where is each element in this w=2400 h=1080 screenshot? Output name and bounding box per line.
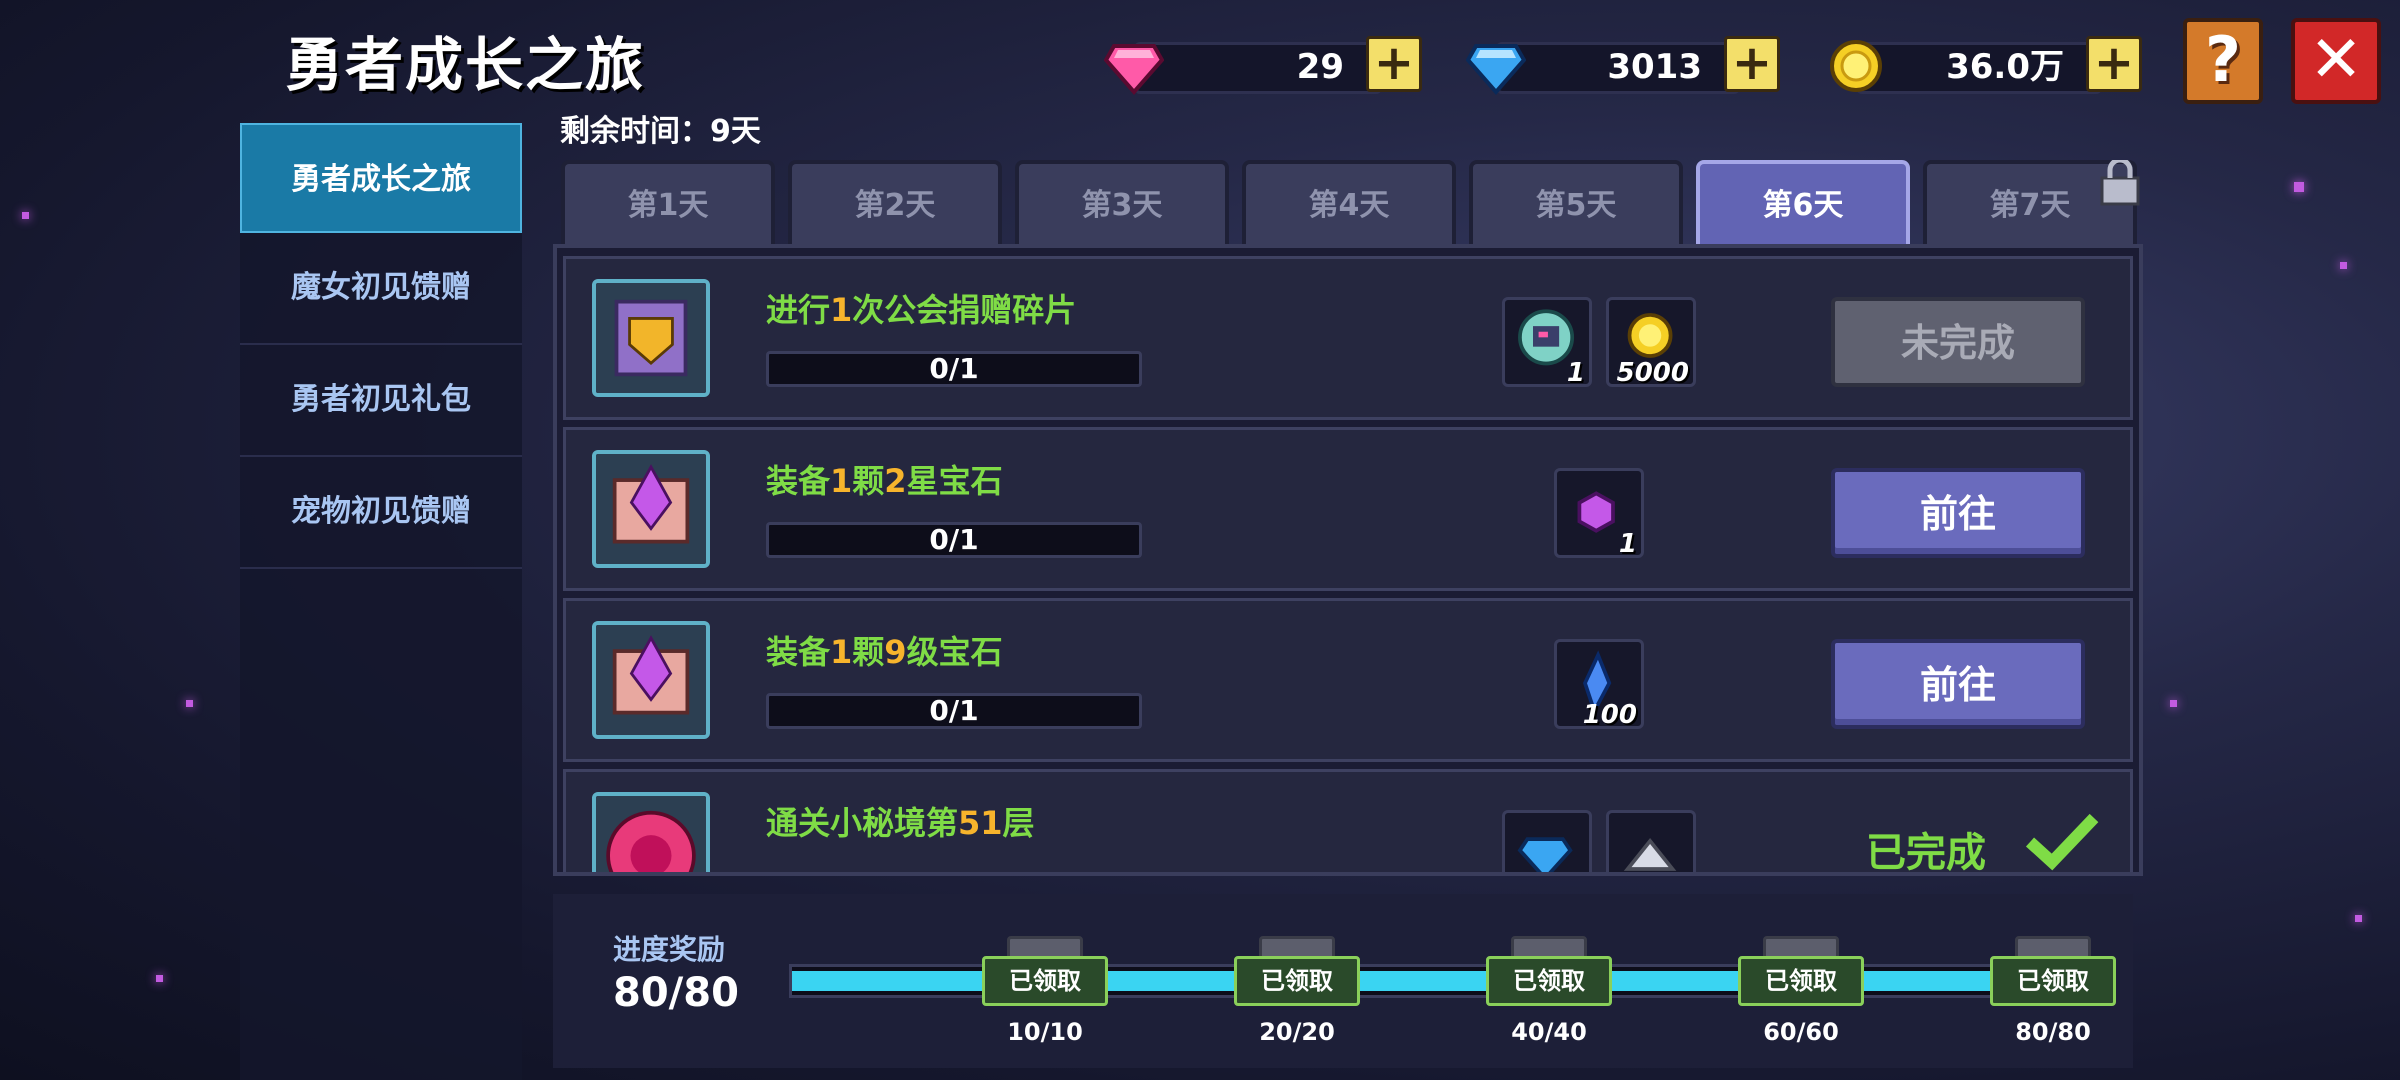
reward-count: 1 — [1566, 358, 1585, 388]
task-row: 通关小秘境第51层 已完成 — [563, 769, 2133, 876]
milestone-label: 20/20 — [1259, 1018, 1335, 1046]
sidebar-item-hero-growth[interactable]: 勇者成长之旅 — [240, 123, 522, 233]
claimed-button[interactable]: 已领取 — [1234, 956, 1360, 1006]
sidebar-item-witch-gift[interactable]: 魔女初见馈赠 — [240, 233, 522, 345]
secret-realm-icon — [592, 792, 710, 872]
task-name: 装备1颗2星宝石 — [766, 462, 1003, 500]
add-gold-button[interactable]: + — [2086, 36, 2142, 92]
completed-label: 已完成 — [1866, 830, 1986, 876]
tab-day-1[interactable]: 第1天 — [561, 160, 775, 246]
remaining-time: 剩余时间：9天 — [560, 114, 761, 149]
milestone-label: 80/80 — [2015, 1018, 2091, 1046]
help-button[interactable]: ? — [2183, 18, 2263, 104]
reward-count: 100 — [1582, 700, 1637, 730]
pink-gem-icon — [1104, 44, 1164, 96]
silver-ore-icon — [1623, 838, 1677, 871]
progress-reward-label: 进度奖励 — [613, 933, 726, 966]
reward-item[interactable]: 100 — [1554, 639, 1644, 730]
blue-diamond-icon — [1517, 837, 1573, 872]
star-decoration — [2170, 700, 2177, 707]
task-list: 进行1次公会捐赠碎片 0/1 1 5000 未完成 装备1颗2星宝石 0/1 1… — [553, 244, 2143, 876]
gold-coin-value: 36.0万 — [1946, 47, 2064, 87]
gold-coin-icon — [1830, 40, 1882, 92]
reward-item[interactable]: 1 — [1554, 468, 1644, 559]
incomplete-button[interactable]: 未完成 — [1831, 297, 2085, 387]
claimed-button[interactable]: 已领取 — [982, 956, 1108, 1006]
pink-gem-value: 29 — [1296, 47, 1344, 87]
task-name: 通关小秘境第51层 — [766, 804, 1035, 842]
pink-gem-counter: 29 + — [1104, 36, 1422, 96]
milestone-label: 40/40 — [1511, 1018, 1587, 1046]
milestone-label: 10/10 — [1007, 1018, 1083, 1046]
gem-socket-icon — [592, 450, 710, 568]
tab-day-4[interactable]: 第4天 — [1242, 160, 1456, 246]
task-progress: 0/1 — [766, 522, 1142, 558]
task-row: 装备1颗9级宝石 0/1 100 前往 — [563, 598, 2133, 762]
progress-total: 80/80 — [613, 970, 739, 1016]
add-pink-gem-button[interactable]: + — [1366, 36, 1422, 92]
star-decoration — [2294, 182, 2304, 192]
reward-item[interactable] — [1606, 810, 1696, 872]
check-icon — [2025, 813, 2099, 871]
page-title: 勇者成长之旅 — [285, 31, 646, 99]
reward-item[interactable]: 5000 — [1606, 297, 1696, 388]
star-decoration — [2340, 262, 2347, 269]
sidebar-item-hero-pack[interactable]: 勇者初见礼包 — [240, 345, 522, 457]
star-decoration — [22, 212, 29, 219]
milestone-label: 60/60 — [1763, 1018, 1839, 1046]
sidebar-item-pet-gift[interactable]: 宠物初见馈赠 — [240, 457, 522, 569]
blue-diamond-value: 3013 — [1607, 47, 1702, 87]
task-name: 装备1颗9级宝石 — [766, 633, 1003, 671]
reward-item[interactable]: 1 — [1502, 297, 1592, 388]
reward-item[interactable] — [1502, 810, 1592, 872]
blue-diamond-icon — [1466, 44, 1526, 96]
reward-count: 1 — [1618, 529, 1637, 559]
tab-day-2[interactable]: 第2天 — [788, 160, 1002, 246]
star-decoration — [186, 700, 193, 707]
guild-banner-icon — [592, 279, 710, 397]
tab-day-3[interactable]: 第3天 — [1015, 160, 1229, 246]
task-row: 装备1颗2星宝石 0/1 1 前往 — [563, 427, 2133, 591]
tab-day-5[interactable]: 第5天 — [1469, 160, 1683, 246]
claimed-button[interactable]: 已领取 — [1486, 956, 1612, 1006]
gem-socket-icon — [592, 621, 710, 739]
reward-count: 5000 — [1616, 358, 1689, 388]
close-button[interactable]: ✕ — [2291, 18, 2381, 104]
gold-coin-counter: 36.0万 + — [1826, 36, 2142, 94]
tab-day-6[interactable]: 第6天 — [1696, 160, 1910, 246]
star-decoration — [156, 975, 163, 982]
sidebar: 勇者成长之旅 魔女初见馈赠 勇者初见礼包 宠物初见馈赠 — [240, 123, 522, 1080]
task-name: 进行1次公会捐赠碎片 — [766, 291, 1077, 329]
go-button[interactable]: 前往 — [1831, 468, 2085, 558]
task-progress: 0/1 — [766, 693, 1142, 729]
star-decoration — [2355, 915, 2362, 922]
go-button[interactable]: 前往 — [1831, 639, 2085, 729]
add-diamond-button[interactable]: + — [1724, 36, 1780, 92]
claimed-button[interactable]: 已领取 — [1990, 956, 2116, 1006]
task-row: 进行1次公会捐赠碎片 0/1 1 5000 未完成 — [563, 256, 2133, 420]
blue-diamond-counter: 3013 + — [1466, 36, 1780, 96]
lock-icon — [2100, 160, 2140, 206]
claimed-button[interactable]: 已领取 — [1738, 956, 1864, 1006]
task-progress: 0/1 — [766, 351, 1142, 387]
progress-reward-panel: 进度奖励 80/80 已领取 10/10 已领取 20/20 已领取 40/40… — [553, 894, 2133, 1068]
